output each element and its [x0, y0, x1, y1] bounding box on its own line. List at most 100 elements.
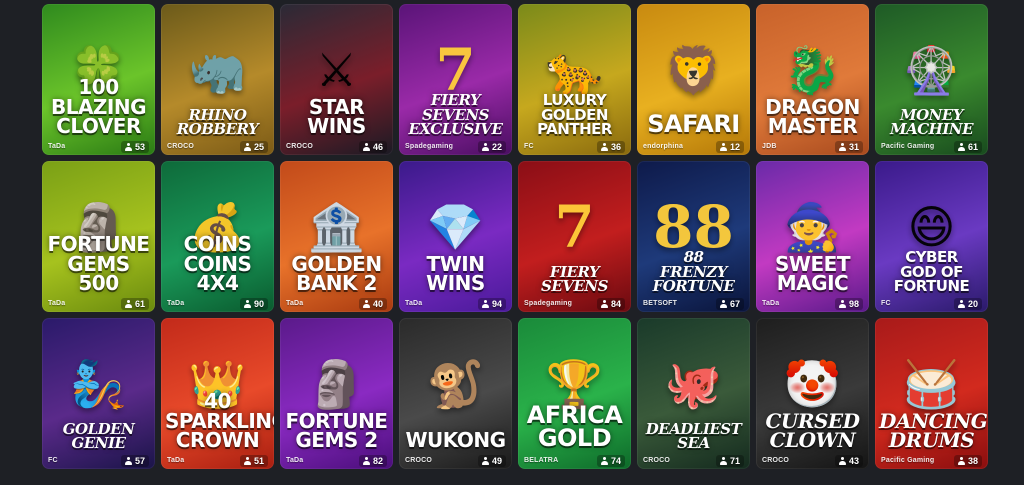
player-count: 98 — [834, 297, 863, 310]
game-tile[interactable]: 🏆 AFRICA GOLD BELATRA 74 — [518, 318, 631, 469]
game-title: DEADLIEST SEA — [645, 419, 742, 453]
user-icon — [600, 456, 608, 465]
user-icon — [481, 142, 489, 151]
provider-logo: FC — [524, 143, 534, 150]
player-count-value: 49 — [491, 455, 502, 466]
provider-logo: CROCO — [286, 143, 314, 150]
game-tile[interactable]: 🥁 DANCING DRUMS Pacific Gaming 38 — [875, 318, 988, 469]
provider-logo: TaDa — [286, 457, 304, 464]
game-grid: 🍀 100 BLAZING CLOVER TaDa 53 🦏 RHINO ROBBERY C… — [42, 4, 994, 469]
game-tile[interactable]: ⚔ STAR WINS CROCO 46 — [280, 4, 393, 155]
player-count-value: 84 — [610, 298, 621, 309]
game-meta: TaDa 61 — [42, 295, 155, 312]
user-icon — [957, 142, 965, 151]
game-tile[interactable]: 🐒 WUKONG CROCO 49 — [399, 318, 512, 469]
user-icon — [362, 142, 370, 151]
game-title: AFRICA GOLD — [526, 400, 623, 453]
lion-icon: 🦁 — [664, 43, 723, 98]
player-count-value: 31 — [848, 141, 859, 152]
drum-icon: 🥁 — [902, 357, 961, 412]
player-count-value: 25 — [253, 141, 264, 152]
provider-logo: TaDa — [167, 300, 185, 307]
game-tile[interactable]: 💎 TWIN WINS TaDa 94 — [399, 161, 512, 312]
player-count-value: 61 — [134, 298, 145, 309]
game-tile[interactable]: 🗿 FORTUNE GEMS 2 TaDa 82 — [280, 318, 393, 469]
game-title: 100 BLAZING CLOVER — [50, 75, 147, 139]
player-count: 40 — [358, 297, 387, 310]
game-tile[interactable]: 🐆 LUXURY GOLDEN PANTHER FC 36 — [518, 4, 631, 155]
player-count-value: 43 — [848, 455, 859, 466]
game-tile[interactable]: 🤡 CURSED CLOWN CROCO 43 — [756, 318, 869, 469]
game-tile[interactable]: 🐙 DEADLIEST SEA CROCO 71 — [637, 318, 750, 469]
warrior-icon: ⚔ — [315, 43, 358, 98]
player-count-value: 90 — [253, 298, 264, 309]
game-meta: CROCO 25 — [161, 138, 274, 155]
user-icon — [600, 299, 608, 308]
game-tile[interactable]: 😄 CYBER GOD OF FORTUNE FC 20 — [875, 161, 988, 312]
player-count: 36 — [596, 140, 625, 153]
player-count: 94 — [477, 297, 506, 310]
player-count: 12 — [715, 140, 744, 153]
user-icon — [124, 456, 132, 465]
game-tile[interactable]: 7 FIERY SEVENS EXCLUSIVE Spadegaming 22 — [399, 4, 512, 155]
game-meta: FC 20 — [875, 295, 988, 312]
player-count-value: 12 — [729, 141, 740, 152]
fortune-god-icon: 😄 — [907, 200, 956, 255]
player-count: 67 — [715, 297, 744, 310]
user-icon — [362, 456, 370, 465]
game-tile[interactable]: 88 88 FRENZY FORTUNE BETSOFT 67 — [637, 161, 750, 312]
clown-icon: 🤡 — [783, 357, 842, 412]
game-tile[interactable]: 🍀 100 BLAZING CLOVER TaDa 53 — [42, 4, 155, 155]
player-count: 25 — [239, 140, 268, 153]
game-tile[interactable]: 🐉 DRAGON MASTER JDB 31 — [756, 4, 869, 155]
game-title: 40 SPARKLING CROWN — [165, 389, 274, 453]
game-meta: endorphina 12 — [637, 138, 750, 155]
game-meta: FC 36 — [518, 138, 631, 155]
player-count: 20 — [953, 297, 982, 310]
chest-icon: 🐙 — [664, 357, 723, 412]
user-icon — [481, 299, 489, 308]
game-tile[interactable]: 🦁 SAFARI endorphina 12 — [637, 4, 750, 155]
player-count: 38 — [953, 454, 982, 467]
game-tile[interactable]: 🎡 MONEY MACHINE Pacific Gaming 61 — [875, 4, 988, 155]
player-count-value: 40 — [372, 298, 383, 309]
player-count-value: 20 — [967, 298, 978, 309]
game-title: MONEY MACHINE — [889, 105, 974, 139]
user-icon — [838, 299, 846, 308]
game-tile[interactable]: 🏦 GOLDEN BANK 2 TaDa 40 — [280, 161, 393, 312]
game-title: STAR WINS — [307, 94, 366, 139]
player-count: 84 — [596, 297, 625, 310]
game-tile[interactable]: 💰 COINS COINS 4X4 TaDa 90 — [161, 161, 274, 312]
user-icon — [957, 456, 965, 465]
player-count-value: 38 — [967, 455, 978, 466]
genie-icon: 🧞 — [69, 357, 128, 412]
game-tile[interactable]: 7 FIERY SEVENS Spadegaming 84 — [518, 161, 631, 312]
game-title: LUXURY GOLDEN PANTHER — [537, 90, 612, 139]
game-title: COINS COINS 4X4 — [183, 232, 252, 296]
game-tile[interactable]: 🧞 GOLDEN GENIE FC 57 — [42, 318, 155, 469]
game-title: FIERY SEVENS EXCLUSIVE — [408, 90, 503, 139]
provider-logo: TaDa — [48, 143, 66, 150]
game-meta: TaDa 53 — [42, 138, 155, 155]
game-title: WUKONG — [405, 428, 506, 453]
game-meta: TaDa 40 — [280, 295, 393, 312]
seven-icon: 7 — [554, 193, 595, 262]
user-icon — [243, 456, 251, 465]
provider-logo: TaDa — [762, 300, 780, 307]
game-title: DANCING DRUMS — [879, 408, 988, 453]
provider-logo: Spadegaming — [405, 143, 454, 150]
game-title: RHINO ROBBERY — [176, 105, 259, 139]
player-count-value: 57 — [134, 455, 145, 466]
provider-logo: Pacific Gaming — [881, 143, 935, 150]
game-tile[interactable]: 🦏 RHINO ROBBERY CROCO 25 — [161, 4, 274, 155]
provider-logo: endorphina — [643, 143, 684, 150]
game-meta: Pacific Gaming 38 — [875, 452, 988, 469]
game-meta: JDB 31 — [756, 138, 869, 155]
game-tile[interactable]: 🗿 FORTUNE GEMS 500 TaDa 61 — [42, 161, 155, 312]
player-count: 61 — [953, 140, 982, 153]
game-tile[interactable]: 🧙 SWEET MAGIC TaDa 98 — [756, 161, 869, 312]
user-icon — [600, 142, 608, 151]
game-meta: BELATRA 74 — [518, 452, 631, 469]
player-count: 82 — [358, 454, 387, 467]
game-tile[interactable]: 👑40 SPARKLING CROWNTaDa51 — [161, 318, 274, 469]
